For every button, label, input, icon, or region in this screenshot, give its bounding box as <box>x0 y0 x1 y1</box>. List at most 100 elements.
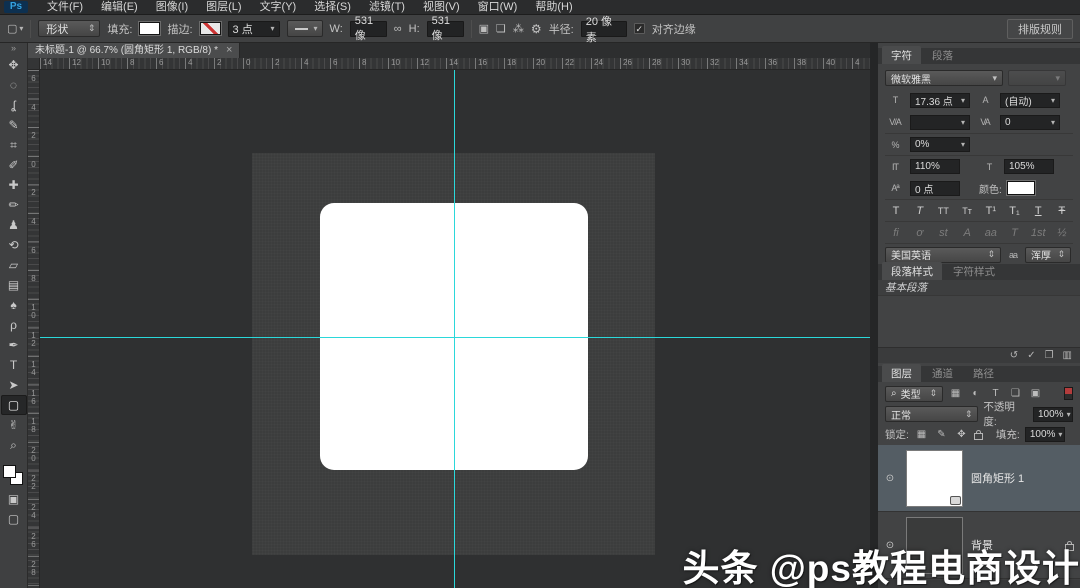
menu-item[interactable]: 编辑(E) <box>92 0 147 15</box>
layer-filter-select[interactable]: ⌕ 类型 ⇕ <box>885 386 943 402</box>
type-style-button[interactable]: T¹ <box>982 205 1000 217</box>
type-style-button[interactable]: T <box>887 205 905 217</box>
tab-character-styles[interactable]: 字符样式 <box>944 262 1004 280</box>
horizontal-scale-field[interactable]: 105% <box>1004 159 1054 174</box>
trash-icon[interactable]: ▥ <box>1063 350 1072 361</box>
shape-width-field[interactable]: 531像 <box>350 21 387 37</box>
vertical-scale-field[interactable]: 110% <box>910 159 960 174</box>
type-tool[interactable]: T <box>1 355 27 375</box>
leading-field[interactable]: (自动) ▾ <box>1000 93 1060 108</box>
tool-mode-select[interactable]: 形状 ⇕ <box>38 20 100 37</box>
anti-alias-select[interactable]: 浑厚 ⇕ <box>1025 247 1071 263</box>
gear-icon[interactable]: ⚙ <box>531 22 542 36</box>
tab-layers[interactable]: 图层 <box>882 364 921 382</box>
screen-mode-button[interactable]: ▢ <box>1 509 27 529</box>
eraser-tool[interactable]: ▱ <box>1 255 27 275</box>
foreground-color-swatch[interactable] <box>3 465 16 478</box>
layer-row-rounded-rectangle[interactable]: ⊙ 圆角矩形 1 <box>878 445 1080 512</box>
opentype-feature-button[interactable]: ơ <box>911 227 929 239</box>
menu-item[interactable]: 滤镜(T) <box>360 0 414 15</box>
vertical-ruler[interactable]: 6420246810121416182022242628 <box>28 70 40 588</box>
tab-paths[interactable]: 路径 <box>964 364 1003 382</box>
path-arrangement-icon[interactable]: ⁂ <box>513 22 524 35</box>
toolbar-collapse-icon[interactable]: » <box>0 43 27 55</box>
marquee-tool[interactable]: ◌ <box>1 75 27 95</box>
workspace-button[interactable]: 排版规则 <box>1007 19 1073 39</box>
clone-stamp-tool[interactable]: ♟ <box>1 215 27 235</box>
blend-mode-select[interactable]: 正常 ⇕ <box>885 406 978 422</box>
eye-icon[interactable]: ⊙ <box>882 473 898 484</box>
path-selection-tool[interactable]: ➤ <box>1 375 27 395</box>
new-style-icon[interactable]: ❐ <box>1045 350 1054 361</box>
undo-icon[interactable]: ↺ <box>1010 350 1018 361</box>
pen-tool[interactable]: ✒ <box>1 335 27 355</box>
lock-all-icon[interactable] <box>974 433 983 440</box>
opentype-feature-button[interactable]: st <box>934 227 952 239</box>
check-icon[interactable]: ✓ <box>1027 350 1035 361</box>
opentype-feature-button[interactable]: T <box>1006 227 1024 239</box>
filter-type-layers-icon[interactable]: T <box>988 388 1003 399</box>
lasso-tool[interactable]: ʆ <box>1 95 27 115</box>
opentype-feature-button[interactable]: aa <box>982 227 1000 239</box>
horizontal-guide[interactable] <box>40 337 870 338</box>
filter-adjustment-layers-icon[interactable]: ◐ <box>968 388 983 399</box>
link-dimensions-icon[interactable]: ∞ <box>394 23 402 35</box>
type-style-button[interactable]: T <box>911 205 929 217</box>
filter-toggle[interactable] <box>1064 387 1073 400</box>
menu-item[interactable]: 窗口(W) <box>469 0 527 15</box>
opentype-feature-button[interactable]: 1st <box>1029 227 1047 239</box>
fill-color-swatch[interactable] <box>139 22 160 35</box>
history-brush-tool[interactable]: ⟲ <box>1 235 27 255</box>
tool-preset-button[interactable]: ▢ ▾ <box>7 22 23 35</box>
type-style-button[interactable]: TT <box>934 206 952 216</box>
canvas-viewport[interactable] <box>40 70 870 588</box>
gradient-tool[interactable]: ▤ <box>1 275 27 295</box>
layer-thumbnail[interactable] <box>906 450 963 507</box>
zoom-tool[interactable]: ⌕ <box>1 435 27 455</box>
text-color-swatch[interactable] <box>1007 181 1035 195</box>
menu-item[interactable]: 文件(F) <box>38 0 92 15</box>
basic-paragraph-item[interactable]: 基本段落 <box>878 280 1080 296</box>
type-style-button[interactable]: Tᴛ <box>958 206 976 216</box>
opentype-feature-button[interactable]: A <box>958 227 976 239</box>
menu-item[interactable]: 文字(Y) <box>251 0 306 15</box>
ruler-origin-corner[interactable] <box>28 58 40 70</box>
opacity-field[interactable]: 100% ▾ <box>1033 407 1073 422</box>
layer-fill-field[interactable]: 100% ▾ <box>1025 427 1065 442</box>
shape-height-field[interactable]: 531像 <box>427 21 464 37</box>
menu-item[interactable]: 图层(L) <box>197 0 250 15</box>
stroke-color-swatch[interactable] <box>200 22 221 35</box>
quick-selection-tool[interactable]: ✎ <box>1 115 27 135</box>
horizontal-ruler[interactable]: 1412108642024681012141618202224262830323… <box>40 58 870 70</box>
menu-item[interactable]: 帮助(H) <box>526 0 581 15</box>
kerning-field[interactable]: ▾ <box>910 115 970 130</box>
opentype-feature-button[interactable]: fi <box>887 227 905 239</box>
font-style-select[interactable]: ▾ <box>1008 70 1066 86</box>
filter-shape-layers-icon[interactable]: ❏ <box>1008 388 1023 399</box>
close-icon[interactable]: × <box>226 43 232 58</box>
menu-item[interactable]: 选择(S) <box>305 0 360 15</box>
quick-mask-button[interactable]: ▣ <box>1 489 27 509</box>
tab-paragraph[interactable]: 段落 <box>923 46 962 64</box>
tab-channels[interactable]: 通道 <box>923 364 962 382</box>
stroke-width-field[interactable]: 3 点 ▾ <box>228 21 280 37</box>
lock-move-icon[interactable]: ✥ <box>954 429 969 440</box>
blur-tool[interactable]: ♠ <box>1 295 27 315</box>
tsume-field[interactable]: 0% ▾ <box>910 137 970 152</box>
opentype-feature-button[interactable]: ½ <box>1053 227 1071 239</box>
path-operations-icon[interactable]: ▣ <box>479 22 489 35</box>
baseline-field[interactable]: 0 点 <box>910 181 960 196</box>
font-family-select[interactable]: 微软雅黑 ▾ <box>885 70 1003 86</box>
type-style-button[interactable]: T <box>1029 205 1047 217</box>
dodge-tool[interactable]: ρ <box>1 315 27 335</box>
type-style-button[interactable]: T₁ <box>1006 205 1024 217</box>
lock-paint-icon[interactable]: ✎ <box>934 429 949 440</box>
type-style-button[interactable]: Ŧ <box>1053 205 1071 217</box>
tab-character[interactable]: 字符 <box>882 46 921 64</box>
healing-brush-tool[interactable]: ✚ <box>1 175 27 195</box>
font-size-field[interactable]: 17.36 点 ▾ <box>910 93 970 108</box>
rounded-rectangle-tool[interactable]: ▢ <box>1 395 27 415</box>
tracking-field[interactable]: 0 ▾ <box>1000 115 1060 130</box>
hand-tool[interactable]: ✌ <box>1 415 27 435</box>
lock-transparent-icon[interactable]: ▦ <box>914 429 929 440</box>
